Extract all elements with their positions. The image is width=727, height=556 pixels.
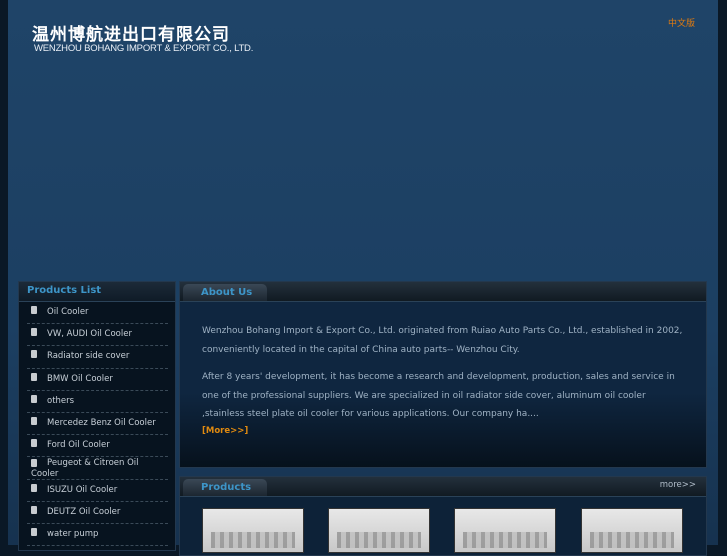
products-more-link[interactable]: more>> bbox=[660, 480, 696, 490]
page: 温州博航进出口有限公司 WENZHOU BOHANG IMPORT & EXPO… bbox=[8, 0, 718, 556]
sidebar-item-label: VW, AUDI Oil Cooler bbox=[47, 329, 132, 340]
document-icon bbox=[31, 306, 37, 314]
sidebar-item-label: Peugeot & Citroen Oil Cooler bbox=[31, 458, 139, 480]
sidebar-item[interactable]: Radiator side cover bbox=[27, 346, 168, 369]
sidebar-item-label: water pump bbox=[47, 528, 99, 539]
sidebar-item[interactable]: BMW Oil Cooler bbox=[27, 369, 168, 391]
logo-chinese: 温州博航进出口有限公司 bbox=[32, 25, 230, 45]
about-more-link[interactable]: [More>>] bbox=[202, 426, 706, 436]
product-thumbnail[interactable] bbox=[202, 508, 304, 553]
sidebar-item-label: Ford Oil Cooler bbox=[47, 440, 110, 451]
sidebar-item-label: Oil Cooler bbox=[47, 307, 89, 317]
product-thumbnail[interactable] bbox=[328, 508, 430, 553]
products-list-sidebar: Products List Oil Cooler VW, AUDI Oil Coo… bbox=[18, 281, 176, 551]
product-thumbnail[interactable] bbox=[454, 508, 556, 553]
sidebar-item-label: others bbox=[47, 395, 75, 406]
document-icon bbox=[31, 527, 37, 536]
document-icon bbox=[31, 439, 37, 448]
document-icon bbox=[31, 372, 37, 381]
sidebar-item[interactable]: Mercedez Benz Oil Cooler bbox=[27, 413, 168, 436]
sidebar-item-label: Mercedez Benz Oil Cooler bbox=[47, 417, 156, 428]
sidebar-item[interactable]: Oil Cooler bbox=[27, 302, 168, 325]
sidebar-item[interactable]: water pump bbox=[27, 524, 168, 547]
sidebar-item[interactable]: DEUTZ Oil Cooler bbox=[27, 502, 168, 524]
about-paragraph-2: After 8 years' development, it has becom… bbox=[202, 372, 675, 419]
about-us-panel: About Us Wenzhou Bohang Import & Export … bbox=[179, 281, 707, 468]
sidebar-item-label: Radiator side cover bbox=[47, 351, 130, 362]
sidebar-item[interactable]: VW, AUDI Oil Cooler bbox=[27, 324, 168, 347]
sidebar-item[interactable]: Ford Oil Cooler bbox=[27, 435, 168, 458]
about-us-tab: About Us bbox=[183, 284, 267, 301]
logo-english: WENZHOU BOHANG IMPORT & EXPORT CO., LTD. bbox=[34, 43, 254, 54]
sidebar-item-label: ISUZU Oil Cooler bbox=[47, 484, 118, 495]
document-icon bbox=[31, 328, 37, 337]
sidebar-item[interactable]: Peugeot & Citroen Oil Cooler bbox=[27, 457, 168, 480]
about-paragraph-1: Wenzhou Bohang Import & Export Co., Ltd.… bbox=[202, 326, 683, 355]
sidebar-title: Products List bbox=[19, 282, 175, 302]
language-link[interactable]: 中文版 bbox=[668, 16, 695, 29]
document-icon bbox=[31, 459, 37, 468]
sidebar-item-label: BMW Oil Cooler bbox=[47, 373, 113, 384]
document-icon bbox=[31, 483, 37, 492]
document-icon bbox=[31, 350, 37, 359]
sidebar-item-label: DEUTZ Oil Cooler bbox=[47, 506, 121, 517]
sidebar-item[interactable]: others bbox=[27, 391, 168, 413]
document-icon bbox=[31, 394, 37, 403]
product-thumbnail[interactable] bbox=[581, 508, 683, 553]
document-icon bbox=[31, 505, 37, 514]
sidebar-item[interactable]: ISUZU Oil Cooler bbox=[27, 480, 168, 502]
products-tab: Products bbox=[183, 479, 267, 496]
products-panel: Products more>> bbox=[179, 476, 707, 556]
document-icon bbox=[31, 416, 37, 425]
